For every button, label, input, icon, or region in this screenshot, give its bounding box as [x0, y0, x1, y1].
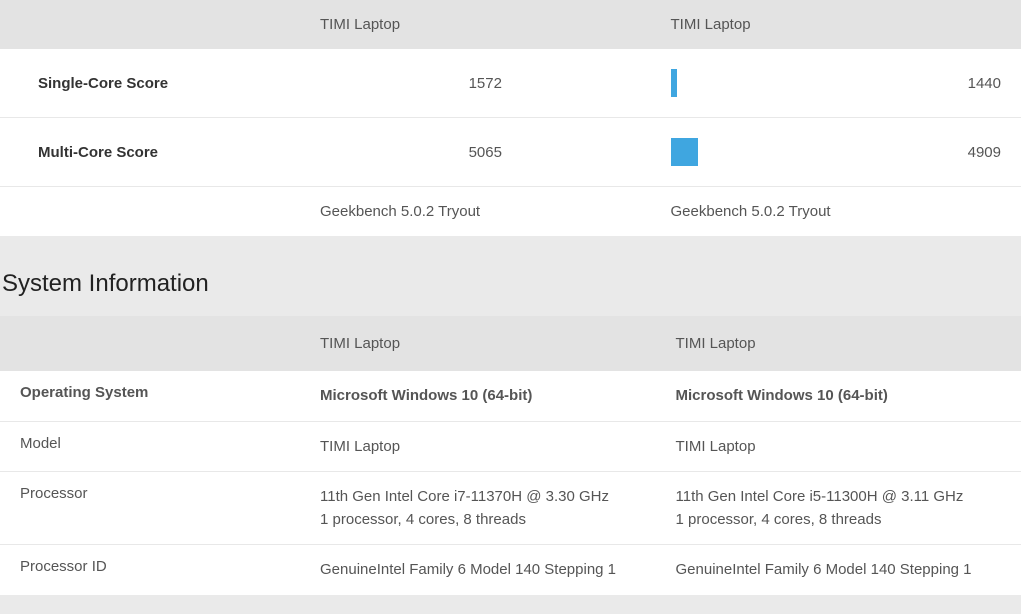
sysinfo-label: Processor [20, 485, 320, 502]
score-value-a: 1572 [320, 75, 671, 92]
sysinfo-row: ModelTIMI LaptopTIMI Laptop [0, 422, 1021, 472]
score-header-b: TIMI Laptop [671, 16, 1002, 33]
sysinfo-value-b: Microsoft Windows 10 (64-bit) [676, 384, 1002, 407]
sysinfo-header-b: TIMI Laptop [676, 332, 1002, 355]
score-row-label: Single-Core Score [20, 75, 320, 92]
score-footer-a: Geekbench 5.0.2 Tryout [320, 203, 671, 220]
score-bar [671, 138, 698, 166]
sysinfo-value-a: TIMI Laptop [320, 435, 676, 458]
sysinfo-value-a: Microsoft Windows 10 (64-bit) [320, 384, 676, 407]
score-row: Single-Core Score1572 1440 [0, 49, 1021, 118]
score-row: Multi-Core Score5065 4909 [0, 118, 1021, 187]
score-bar-area [671, 138, 942, 166]
sysinfo-label: Model [20, 435, 320, 452]
sysinfo-row: Operating SystemMicrosoft Windows 10 (64… [0, 371, 1021, 421]
sysinfo-value-a: 11th Gen Intel Core i7-11370H @ 3.30 GHz… [320, 485, 676, 532]
score-value-b-wrap: 1440 [671, 69, 1002, 97]
score-bar [671, 69, 678, 97]
sysinfo-header-a: TIMI Laptop [320, 332, 676, 355]
score-footer-row: Geekbench 5.0.2 Tryout Geekbench 5.0.2 T… [0, 187, 1021, 236]
score-header-a: TIMI Laptop [320, 16, 671, 33]
score-row-label: Multi-Core Score [20, 144, 320, 161]
sysinfo-label: Operating System [20, 384, 320, 401]
score-bar-area [671, 69, 942, 97]
sysinfo-row: Processor IDGenuineIntel Family 6 Model … [0, 545, 1021, 594]
sysinfo-value-b: TIMI Laptop [676, 435, 1002, 458]
system-info-table: TIMI Laptop TIMI Laptop Operating System… [0, 316, 1021, 595]
sysinfo-value-b: 11th Gen Intel Core i5-11300H @ 3.11 GHz… [676, 485, 1002, 532]
sysinfo-value-b: GenuineIntel Family 6 Model 140 Stepping… [676, 558, 1002, 581]
system-information-heading: System Information [0, 236, 1021, 316]
sysinfo-label: Processor ID [20, 558, 320, 575]
score-value-b-wrap: 4909 [671, 138, 1002, 166]
score-footer-b: Geekbench 5.0.2 Tryout [671, 203, 1002, 220]
sysinfo-header-row: TIMI Laptop TIMI Laptop [0, 316, 1021, 371]
score-header-row: TIMI Laptop TIMI Laptop [0, 0, 1021, 49]
score-value-a: 5065 [320, 144, 671, 161]
score-value-b: 4909 [941, 144, 1001, 161]
score-table: TIMI Laptop TIMI Laptop Single-Core Scor… [0, 0, 1021, 236]
sysinfo-row: Processor11th Gen Intel Core i7-11370H @… [0, 472, 1021, 546]
score-value-b: 1440 [941, 75, 1001, 92]
sysinfo-value-a: GenuineIntel Family 6 Model 140 Stepping… [320, 558, 676, 581]
